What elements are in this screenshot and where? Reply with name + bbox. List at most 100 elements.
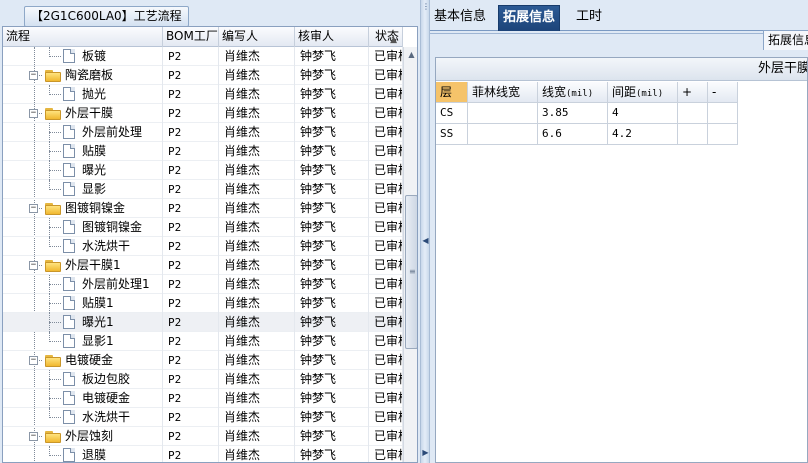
column-header-status[interactable]: 状态 ▲ [369, 27, 403, 47]
collapse-left-icon[interactable]: ◀ [422, 236, 429, 245]
process-cell: 图镀铜镍金 [3, 218, 163, 237]
minus-cell[interactable] [708, 103, 738, 124]
table-row[interactable]: − 电镀硬金 P2肖维杰钟梦飞已审核 [3, 351, 403, 370]
table-row[interactable]: − 陶瓷磨板 P2肖维杰钟梦飞已审核 [3, 66, 403, 85]
subtab-strip [430, 33, 808, 51]
table-row[interactable]: 水洗烘干 P2肖维杰钟梦飞已审核 [3, 408, 403, 427]
table-row[interactable]: 板镀 P2肖维杰钟梦飞已审核 [3, 47, 403, 66]
column-header-plus[interactable]: + [678, 82, 708, 103]
tree-node-label: 板镀 [82, 49, 107, 63]
tab-extended-info[interactable]: 拓展信息 [498, 5, 561, 31]
reviewer-cell: 钟梦飞 [295, 237, 369, 256]
table-row[interactable]: 曝光 P2肖维杰钟梦飞已审核 [3, 161, 403, 180]
table-row[interactable]: 图镀铜镍金 P2肖维杰钟梦飞已审核 [3, 218, 403, 237]
writer-cell: 肖维杰 [219, 389, 295, 408]
film-line-width-cell[interactable] [468, 124, 538, 145]
collapse-toggle-icon[interactable]: − [29, 204, 38, 213]
table-row[interactable]: − 外层蚀刻 P2肖维杰钟梦飞已审核 [3, 427, 403, 446]
tab-work-hours[interactable]: 工时 [572, 5, 606, 31]
table-row[interactable]: 外层前处理 P2肖维杰钟梦飞已审核 [3, 123, 403, 142]
table-row[interactable]: 显影 P2肖维杰钟梦飞已审核 [3, 180, 403, 199]
table-row[interactable]: 退膜 P2肖维杰钟梦飞已审核 [3, 446, 403, 462]
tree-connector-line [49, 151, 61, 152]
tree-connector-line [49, 417, 61, 418]
writer-cell: 肖维杰 [219, 123, 295, 142]
column-header-spacing[interactable]: 间距(mil) [608, 82, 678, 103]
table-row[interactable]: − 外层干膜1 P2肖维杰钟梦飞已审核 [3, 256, 403, 275]
column-header-writer[interactable]: 编写人 [219, 27, 295, 47]
column-header-process[interactable]: 流程 [3, 27, 163, 47]
process-cell: − 图镀铜镍金 [3, 199, 163, 218]
table-row[interactable]: 贴膜1 P2肖维杰钟梦飞已审核 [3, 294, 403, 313]
folder-icon [45, 431, 61, 443]
tree-node-label: 外层前处理1 [82, 277, 150, 291]
table-row[interactable]: 电镀硬金 P2肖维杰钟梦飞已审核 [3, 389, 403, 408]
table-row[interactable]: 曝光1 P2肖维杰钟梦飞已审核 [3, 313, 403, 332]
table-row[interactable]: 贴膜 P2肖维杰钟梦飞已审核 [3, 142, 403, 161]
tree-node-label: 水洗烘干 [82, 410, 131, 424]
column-header-label: + [682, 85, 693, 99]
spacing-cell[interactable]: 4.2 [608, 124, 678, 145]
process-cell: 板边包胶 [3, 370, 163, 389]
plus-cell[interactable] [678, 103, 708, 124]
tree-connector-line [49, 227, 61, 228]
reviewer-cell: 钟梦飞 [295, 218, 369, 237]
bom-factory-cell: P2 [163, 389, 219, 408]
tab-basic-info[interactable]: 基本信息 [430, 5, 490, 31]
layer-table-row[interactable]: CS 3.85 4 [436, 103, 738, 124]
table-row[interactable]: 抛光 P2肖维杰钟梦飞已审核 [3, 85, 403, 104]
collapse-toggle-icon[interactable]: − [29, 71, 38, 80]
scroll-up-icon[interactable]: ▲ [404, 47, 417, 62]
collapse-toggle-icon[interactable]: − [29, 109, 38, 118]
subtab-extended-info[interactable]: 拓展信息 [763, 30, 808, 50]
column-header-minus[interactable]: - [708, 82, 738, 103]
line-width-cell[interactable]: 3.85 [538, 103, 608, 124]
column-header-layer[interactable]: 层 [436, 82, 468, 103]
table-row[interactable]: 显影1 P2肖维杰钟梦飞已审核 [3, 332, 403, 351]
column-header-film-line-width[interactable]: 菲林线宽 [468, 82, 538, 103]
writer-cell: 肖维杰 [219, 161, 295, 180]
minus-cell[interactable] [708, 124, 738, 145]
writer-cell: 肖维杰 [219, 218, 295, 237]
process-cell: 电镀硬金 [3, 389, 163, 408]
layer-cell[interactable]: SS [436, 124, 468, 145]
table-row[interactable]: − 外层干膜 P2肖维杰钟梦飞已审核 [3, 104, 403, 123]
bom-factory-cell: P2 [163, 104, 219, 123]
film-line-width-cell[interactable] [468, 103, 538, 124]
tree-node-label: 显影1 [82, 334, 114, 348]
collapse-toggle-icon[interactable]: − [29, 261, 38, 270]
column-header-line-width[interactable]: 线宽(mil) [538, 82, 608, 103]
panel-splitter[interactable]: ⋮ ◀ ▶ [420, 0, 430, 463]
extended-info-content: 外层干膜 层菲林线宽 线宽(mil) 间距(mil) + - CS 3.85 4 SS 6.6 4.… [435, 57, 808, 463]
bom-factory-cell: P2 [163, 294, 219, 313]
process-cell: 贴膜1 [3, 294, 163, 313]
line-width-cell[interactable]: 6.6 [538, 124, 608, 145]
table-row[interactable]: 板边包胶 P2肖维杰钟梦飞已审核 [3, 370, 403, 389]
column-header-reviewer[interactable]: 核审人 [295, 27, 369, 47]
vertical-scrollbar[interactable]: ▲ ≡ [403, 47, 417, 462]
collapse-right-icon[interactable]: ▶ [422, 448, 429, 457]
table-row[interactable]: − 图镀铜镍金 P2肖维杰钟梦飞已审核 [3, 199, 403, 218]
layer-cell[interactable]: CS [436, 103, 468, 124]
document-icon [63, 448, 75, 462]
bom-factory-cell: P2 [163, 123, 219, 142]
reviewer-cell: 钟梦飞 [295, 313, 369, 332]
tree-node-label: 显影 [82, 182, 107, 196]
writer-cell: 肖维杰 [219, 446, 295, 462]
table-row[interactable]: 水洗烘干 P2肖维杰钟梦飞已审核 [3, 237, 403, 256]
collapse-toggle-icon[interactable]: − [29, 356, 38, 365]
column-header-bom-factory[interactable]: BOM工厂 [163, 27, 219, 47]
spacing-cell[interactable]: 4 [608, 103, 678, 124]
plus-cell[interactable] [678, 124, 708, 145]
table-row[interactable]: 外层前处理1 P2肖维杰钟梦飞已审核 [3, 275, 403, 294]
layer-table-row[interactable]: SS 6.6 4.2 [436, 124, 738, 145]
reviewer-cell: 钟梦飞 [295, 161, 369, 180]
reviewer-cell: 钟梦飞 [295, 389, 369, 408]
document-icon [63, 391, 75, 405]
tree-connector-line [49, 170, 61, 171]
document-icon [63, 144, 75, 158]
process-tree-grid: 流程 BOM工厂 编写人 核审人 状态 ▲ 板镀P2肖维杰钟梦飞已审核−陶瓷磨板… [2, 26, 418, 463]
tree-connector-line [49, 132, 61, 133]
scrollbar-thumb[interactable]: ≡ [405, 195, 417, 349]
collapse-toggle-icon[interactable]: − [29, 432, 38, 441]
